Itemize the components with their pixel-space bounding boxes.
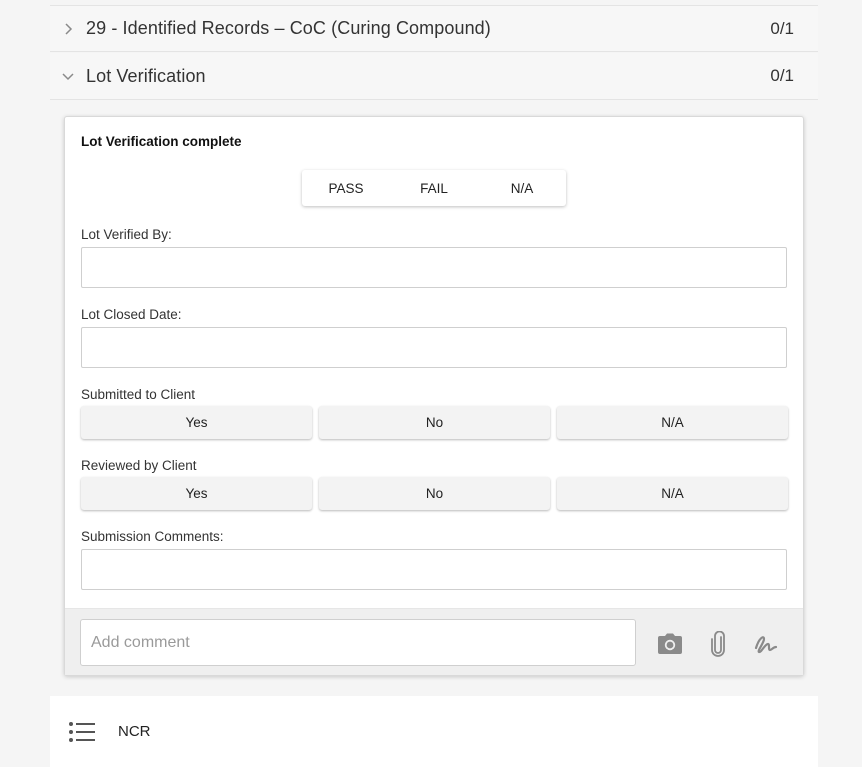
submission-comments-input[interactable] xyxy=(81,549,787,590)
lot-verification-card: Lot Verification complete PASS FAIL N/A … xyxy=(64,116,804,676)
reviewed-by-client-options: Yes No N/A xyxy=(81,477,788,510)
na-button[interactable]: N/A xyxy=(478,170,566,206)
section-count: 0/1 xyxy=(770,18,794,38)
signature-icon[interactable] xyxy=(753,631,779,657)
card-title: Lot Verification complete xyxy=(81,134,242,149)
comment-bar xyxy=(65,608,803,675)
submitted-yes-button[interactable]: Yes xyxy=(81,406,312,439)
section-header-identified-records[interactable]: 29 - Identified Records – CoC (Curing Co… xyxy=(50,5,818,52)
chevron-right-icon xyxy=(50,22,86,35)
reviewed-by-client-label: Reviewed by Client xyxy=(81,458,197,473)
paperclip-icon[interactable] xyxy=(705,631,731,657)
submitted-to-client-label: Submitted to Client xyxy=(81,387,196,402)
reviewed-na-button[interactable]: N/A xyxy=(557,477,788,510)
section-count: 0/1 xyxy=(770,66,794,85)
list-icon xyxy=(68,719,96,745)
reviewed-yes-button[interactable]: Yes xyxy=(81,477,312,510)
pass-button[interactable]: PASS xyxy=(302,170,390,206)
pass-fail-toggle: PASS FAIL N/A xyxy=(302,170,566,206)
add-comment-input[interactable] xyxy=(80,619,636,666)
ncr-label: NCR xyxy=(118,723,151,740)
section-header-lot-verification[interactable]: Lot Verification 0/1 xyxy=(50,53,818,100)
fail-button[interactable]: FAIL xyxy=(390,170,478,206)
lot-verified-by-input[interactable] xyxy=(81,247,787,288)
ncr-item[interactable]: NCR xyxy=(50,696,818,767)
submitted-to-client-options: Yes No N/A xyxy=(81,406,788,439)
camera-icon[interactable] xyxy=(657,631,683,657)
chevron-down-icon xyxy=(50,71,86,81)
section-title: Lot Verification xyxy=(86,65,206,86)
section-title: 29 - Identified Records – CoC (Curing Co… xyxy=(86,18,491,38)
submitted-no-button[interactable]: No xyxy=(319,406,550,439)
submitted-na-button[interactable]: N/A xyxy=(557,406,788,439)
reviewed-no-button[interactable]: No xyxy=(319,477,550,510)
submission-comments-label: Submission Comments: xyxy=(81,529,224,544)
lot-closed-date-label: Lot Closed Date: xyxy=(81,307,182,322)
lot-closed-date-input[interactable] xyxy=(81,327,787,368)
lot-verified-by-label: Lot Verified By: xyxy=(81,227,172,242)
